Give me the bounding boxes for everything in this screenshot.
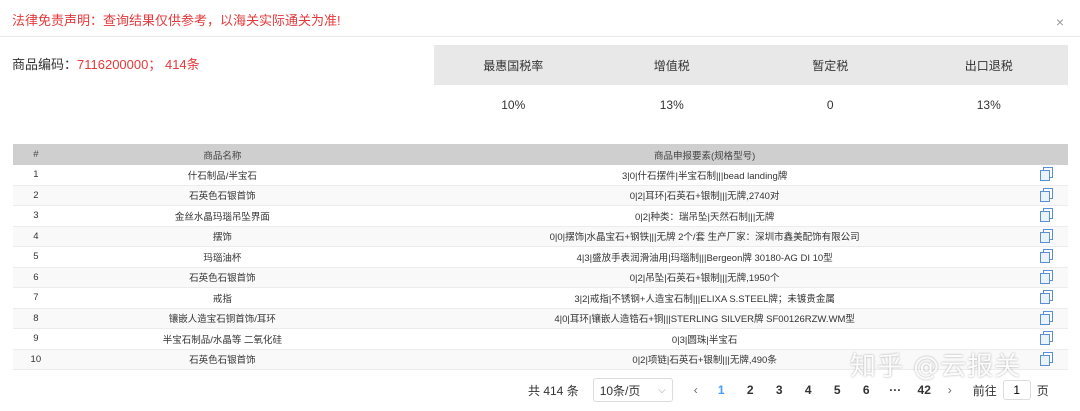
commodity-code: 商品编码：7116200000； 414条 [12, 54, 200, 73]
row-actions [1023, 226, 1068, 247]
page-ellipsis[interactable]: ··· [881, 383, 910, 397]
rate-value-provisional: 0 [826, 98, 834, 112]
chevron-down-icon: ⌵ [658, 384, 666, 396]
table-row: 4 摆饰 0|0|摆饰|水晶宝石+钢铁|||无牌 2个/套 生产厂家：深圳市鑫美配饰… [13, 226, 1068, 247]
row-declaration-elements: 4|0|耳环|镶嵌人造锆石+铜|||STERLING SILVER牌 SF001… [386, 308, 1024, 329]
row-actions [1023, 246, 1068, 268]
copy-icon[interactable] [1039, 249, 1053, 264]
row-actions [1023, 267, 1068, 288]
rate-header-provisional: 暂定税 [812, 58, 849, 73]
row-product-name: 玛瑙油杯 [58, 246, 386, 268]
table-row: 6 石英色石银首饰 0|2|吊坠|石英石+银制|||无牌,1950个 [13, 267, 1068, 288]
row-product-name: 石英色石银首饰 [58, 349, 386, 370]
rate-value-mfn: 10% [501, 98, 526, 112]
page-2[interactable]: 2 [736, 383, 765, 397]
row-actions [1023, 349, 1068, 370]
goto-label: 前往 [972, 383, 997, 398]
rate-header-vat: 增值税 [653, 58, 690, 73]
copy-icon[interactable] [1039, 167, 1053, 182]
table-row: 5 玛瑙油杯 4|3|盛放手表润滑油用|玛瑙制|||Bergeon牌 30180-A… [13, 246, 1068, 268]
goto-page: 前往 页 [973, 380, 1049, 400]
copy-icon[interactable] [1039, 310, 1053, 325]
page-size-select[interactable]: 10条/页 ⌵ [592, 378, 673, 402]
copy-icon[interactable] [1039, 331, 1053, 346]
close-icon[interactable]: × [1056, 14, 1064, 30]
row-declaration-elements: 3|0|什石摆件|半宝石制|||bead landing牌 [386, 165, 1024, 186]
rate-header-mfn: 最惠国税率 [483, 58, 544, 73]
page-size-value: 10条/页 [599, 383, 641, 398]
row-number: 1 [13, 165, 59, 186]
declaration-table: # 商品名称 商品申报要素(规格型号) 1 什石制品/半宝石 3|0|什石摆件|半宝… [13, 144, 1068, 370]
copy-icon[interactable] [1039, 228, 1053, 243]
row-actions [1023, 308, 1068, 329]
row-actions [1023, 287, 1068, 309]
copy-icon[interactable] [1039, 290, 1053, 305]
page-3[interactable]: 3 [765, 383, 794, 397]
row-number: 5 [13, 246, 59, 268]
goto-suffix: 页 [1036, 383, 1049, 398]
legal-disclaimer: 法律免责声明：查询结果仅供参考，以海关实际通关为准! [12, 13, 341, 28]
copy-icon[interactable] [1039, 269, 1053, 284]
row-number: 10 [13, 349, 59, 370]
page-1[interactable]: 1 [707, 383, 736, 397]
header-divider [0, 36, 1080, 37]
tax-rates-panel: 最惠国税率 增值税 暂定税 出口退税 10% 13% 0 13% [434, 45, 1068, 125]
commodity-code-label: 商品编码： [12, 57, 78, 72]
row-actions [1023, 328, 1068, 350]
row-number: 3 [13, 205, 59, 227]
copy-icon[interactable] [1039, 351, 1053, 366]
row-product-name: 石英色石银首饰 [58, 185, 386, 206]
row-product-name: 摆饰 [58, 226, 386, 247]
row-declaration-elements: 0|2|种类：瑞吊坠|天然石制|||无牌 [386, 205, 1024, 227]
row-product-name: 什石制品/半宝石 [58, 165, 386, 186]
table-row: 3 金丝水晶玛瑙吊坠界面 0|2|种类：瑞吊坠|天然石制|||无牌 [13, 205, 1068, 227]
column-header-actions [1023, 144, 1068, 165]
row-product-name: 镶嵌人造宝石铜首饰/耳环 [58, 308, 386, 329]
row-product-name: 半宝石制品/水晶等 二氧化硅 [58, 328, 386, 350]
row-product-name: 金丝水晶玛瑙吊坠界面 [58, 205, 386, 227]
column-header-elements: 商品申报要素(规格型号) [386, 144, 1024, 165]
row-number: 9 [13, 328, 59, 350]
column-header-name: 商品名称 [58, 144, 386, 165]
table-row: 1 什石制品/半宝石 3|0|什石摆件|半宝石制|||bead landing牌 [13, 165, 1068, 186]
copy-icon[interactable] [1039, 208, 1053, 223]
row-number: 6 [13, 267, 59, 288]
page-4[interactable]: 4 [794, 383, 823, 397]
row-product-name: 戒指 [58, 287, 386, 309]
row-number: 7 [13, 287, 59, 309]
table-row: 8 镶嵌人造宝石铜首饰/耳环 4|0|耳环|镶嵌人造锆石+铜|||STERLING … [13, 308, 1068, 329]
row-declaration-elements: 3|2|戒指|不锈钢+人造宝石制|||ELIXA S.STEEL牌；未镀贵金属 [386, 287, 1024, 309]
watermark: 知乎 @云报关 [850, 352, 1022, 382]
page-42[interactable]: 42 [910, 383, 939, 397]
next-page-button[interactable]: › [939, 383, 961, 397]
rate-value-vat: 13% [659, 98, 684, 112]
row-number: 8 [13, 308, 59, 329]
row-declaration-elements: 0|0|摆饰|水晶宝石+钢铁|||无牌 2个/套 生产厂家：深圳市鑫美配饰有限公… [386, 226, 1024, 247]
page-6[interactable]: 6 [852, 383, 881, 397]
row-product-name: 石英色石银首饰 [58, 267, 386, 288]
row-declaration-elements: 0|2|吊坠|石英石+银制|||无牌,1950个 [386, 267, 1024, 288]
prev-page-button[interactable]: ‹ [685, 383, 707, 397]
row-number: 4 [13, 226, 59, 247]
table-row: 7 戒指 3|2|戒指|不锈钢+人造宝石制|||ELIXA S.STEEL牌；未镀贵… [13, 287, 1068, 309]
row-number: 2 [13, 185, 59, 206]
rate-header-export-rebate: 出口退税 [964, 58, 1013, 73]
page-5[interactable]: 5 [823, 383, 852, 397]
row-declaration-elements: 4|3|盛放手表润滑油用|玛瑙制|||Bergeon牌 30180-AG DI … [386, 246, 1024, 268]
rate-value-export-rebate: 13% [976, 98, 1001, 112]
goto-page-input[interactable] [1002, 380, 1031, 400]
row-actions [1023, 165, 1068, 186]
table-row: 2 石英色石银首饰 0|2|耳环|石英石+银制|||无牌,2740对 [13, 185, 1068, 206]
commodity-code-value: 7116200000； 414条 [77, 57, 200, 72]
column-header-number: # [13, 144, 59, 165]
row-declaration-elements: 0|2|耳环|石英石+银制|||无牌,2740对 [386, 185, 1024, 206]
pagination-total: 共 414 条 [528, 383, 579, 398]
row-actions [1023, 185, 1068, 206]
row-actions [1023, 205, 1068, 227]
copy-icon[interactable] [1039, 187, 1053, 202]
